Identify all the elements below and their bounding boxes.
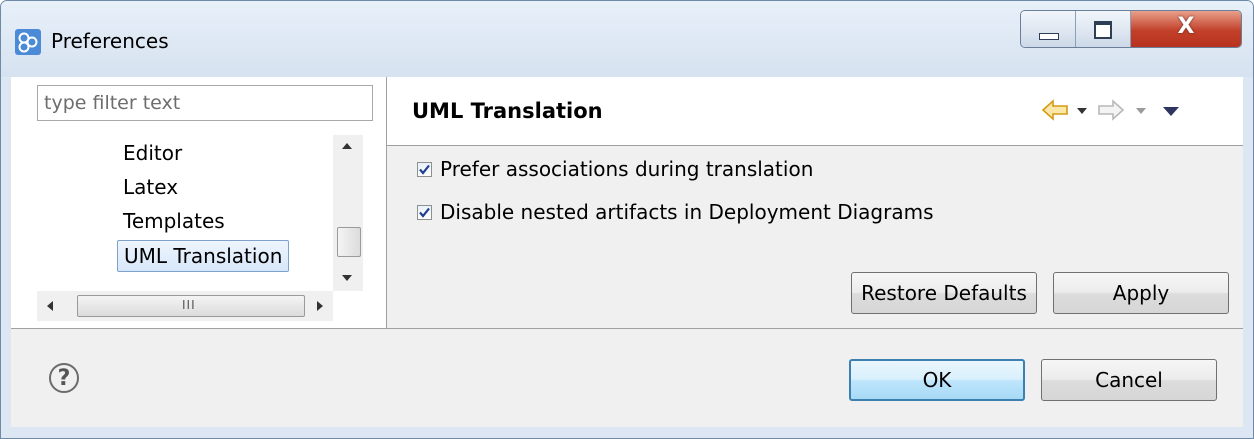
scroll-left-icon[interactable] [47, 301, 53, 311]
apply-button[interactable]: Apply [1053, 272, 1229, 314]
tree-item-editor[interactable]: Editor [123, 141, 182, 165]
caption-buttons: X [1020, 10, 1242, 48]
preference-tree-panel: Editor Latex Templates UML Translation I… [11, 77, 387, 329]
scroll-right-icon[interactable] [317, 301, 323, 311]
disable-nested-artifacts-label: Disable nested artifacts in Deployment D… [440, 200, 934, 224]
close-button[interactable]: X [1131, 11, 1241, 47]
vertical-scroll-thumb[interactable] [337, 227, 361, 257]
back-history-dropdown-icon[interactable] [1077, 108, 1087, 114]
scroll-down-icon[interactable] [342, 275, 352, 281]
option-disable-nested-artifacts[interactable]: Disable nested artifacts in Deployment D… [417, 200, 934, 224]
back-arrow-icon[interactable] [1041, 99, 1069, 121]
tree-vertical-scrollbar[interactable] [333, 135, 363, 291]
restore-defaults-button[interactable]: Restore Defaults [851, 272, 1037, 314]
tree-item-latex[interactable]: Latex [123, 175, 178, 199]
dialog-client-area: Editor Latex Templates UML Translation I… [11, 77, 1243, 427]
maximize-icon [1094, 21, 1112, 39]
close-icon: X [1177, 14, 1195, 39]
forward-history-dropdown-icon[interactable] [1136, 108, 1146, 114]
preferences-window: Preferences X Editor Latex Templates UML… [0, 0, 1254, 439]
preference-page: UML Translation Prefer associations duri… [387, 77, 1243, 329]
tree-item-uml-translation[interactable]: UML Translation [117, 240, 290, 272]
option-prefer-associations[interactable]: Prefer associations during translation [417, 157, 813, 181]
help-icon[interactable]: ? [49, 363, 79, 393]
tree-item-templates[interactable]: Templates [123, 209, 225, 233]
prefer-associations-checkbox[interactable] [417, 161, 432, 177]
cancel-button[interactable]: Cancel [1041, 359, 1217, 401]
scroll-up-icon[interactable] [342, 143, 352, 149]
filter-input[interactable] [37, 85, 373, 121]
forward-arrow-icon[interactable] [1097, 99, 1125, 121]
page-header: UML Translation [387, 77, 1243, 146]
view-menu-icon[interactable] [1163, 107, 1179, 116]
disable-nested-artifacts-checkbox[interactable] [417, 204, 432, 220]
horizontal-scroll-thumb[interactable]: III [77, 295, 305, 317]
window-title: Preferences [51, 29, 169, 53]
minimize-icon [1039, 33, 1059, 40]
ok-button[interactable]: OK [849, 359, 1025, 401]
app-icon [15, 29, 41, 55]
prefer-associations-label: Prefer associations during translation [440, 157, 814, 181]
title-bar[interactable]: Preferences X [1, 1, 1253, 77]
minimize-button[interactable] [1021, 11, 1076, 47]
maximize-button[interactable] [1076, 11, 1131, 47]
page-title: UML Translation [412, 99, 603, 123]
scroll-grip: III [182, 298, 196, 312]
tree-horizontal-scrollbar[interactable]: III [37, 291, 333, 321]
